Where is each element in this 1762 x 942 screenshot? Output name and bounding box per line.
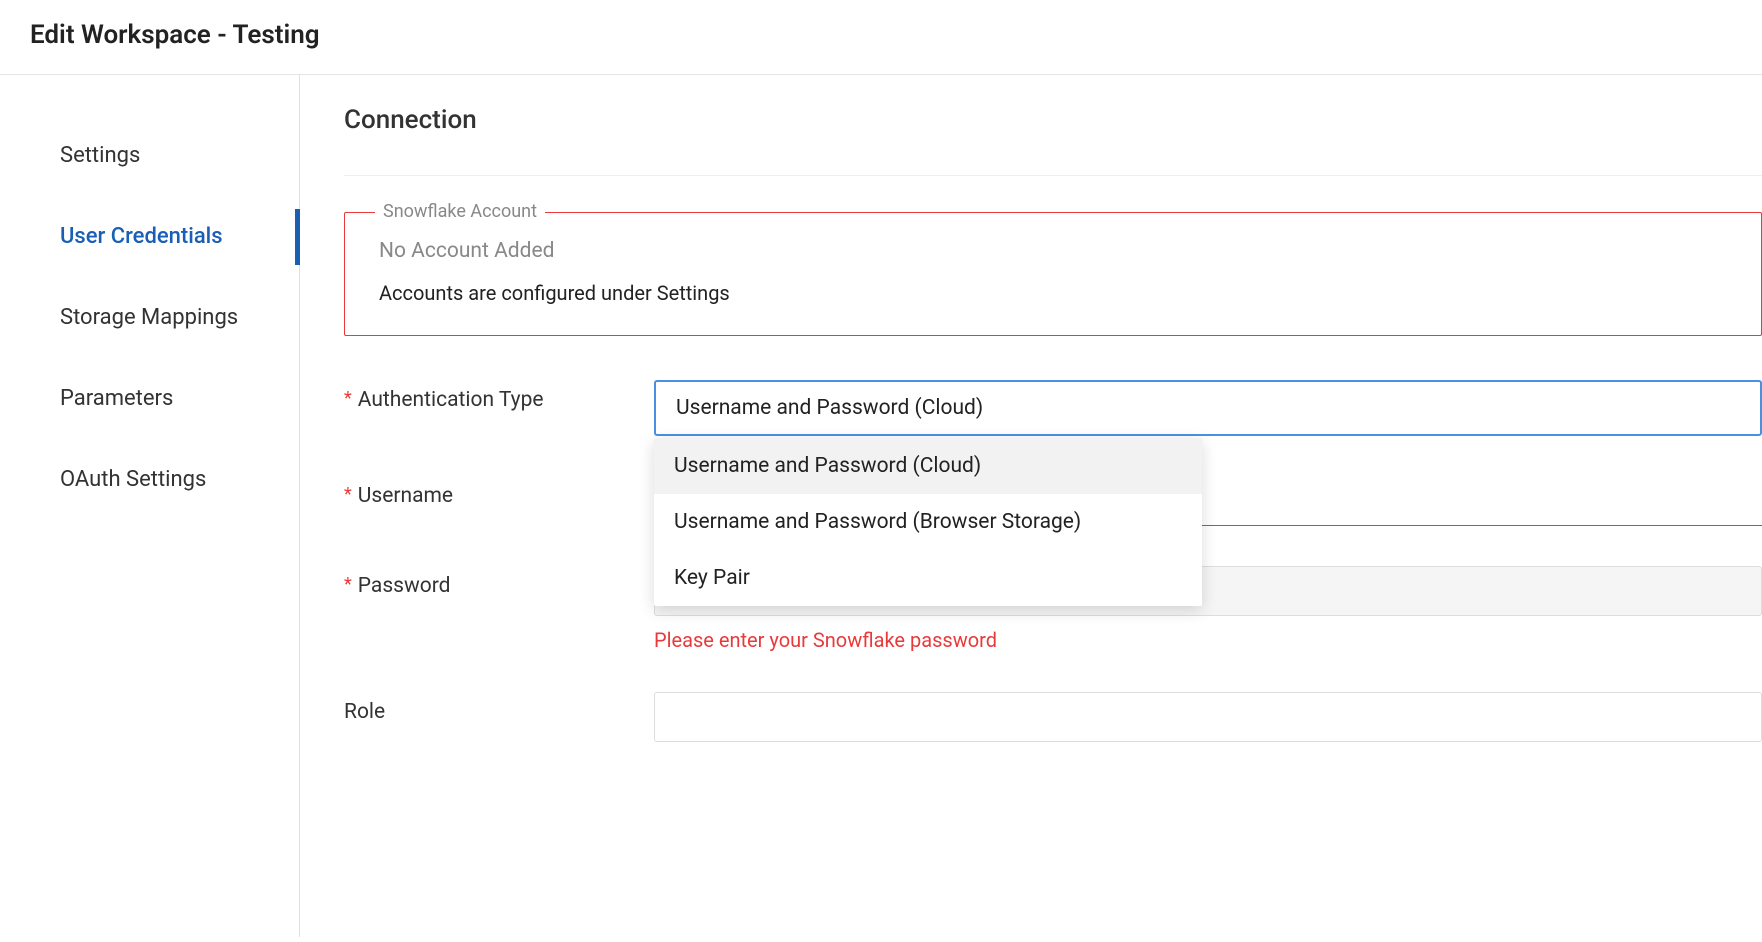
main-content: Connection Snowflake Account No Account …: [300, 75, 1762, 937]
username-label: Username: [358, 484, 453, 508]
section-title: Connection: [344, 105, 1762, 135]
page-header: Edit Workspace - Testing: [0, 0, 1762, 75]
required-star: *: [344, 574, 352, 595]
username-label-wrap: * Username: [344, 476, 654, 508]
content-wrapper: Settings User Credentials Storage Mappin…: [0, 75, 1762, 937]
role-row: Role: [344, 692, 1762, 742]
no-account-text: No Account Added: [379, 239, 1727, 263]
password-label: Password: [358, 574, 451, 598]
option-label: Username and Password (Cloud): [674, 454, 981, 478]
auth-type-option-key-pair[interactable]: Key Pair: [654, 550, 1202, 606]
required-star: *: [344, 388, 352, 409]
sidebar-item-label: Storage Mappings: [60, 305, 238, 330]
sidebar: Settings User Credentials Storage Mappin…: [0, 75, 300, 937]
sidebar-item-label: User Credentials: [60, 224, 223, 249]
password-label-wrap: * Password: [344, 566, 654, 598]
auth-type-label: Authentication Type: [358, 388, 544, 412]
sidebar-item-user-credentials[interactable]: User Credentials: [60, 196, 299, 277]
sidebar-item-label: OAuth Settings: [60, 467, 206, 492]
sidebar-item-parameters[interactable]: Parameters: [60, 358, 299, 439]
option-label: Key Pair: [674, 566, 750, 590]
role-label-wrap: Role: [344, 692, 654, 724]
sidebar-item-label: Parameters: [60, 386, 173, 411]
auth-type-option-browser-storage[interactable]: Username and Password (Browser Storage): [654, 494, 1202, 550]
password-error: Please enter your Snowflake password: [654, 628, 1762, 652]
sidebar-item-storage-mappings[interactable]: Storage Mappings: [60, 277, 299, 358]
role-input[interactable]: [654, 692, 1762, 742]
sidebar-item-label: Settings: [60, 143, 140, 168]
sidebar-item-oauth-settings[interactable]: OAuth Settings: [60, 439, 299, 520]
page-title: Edit Workspace - Testing: [30, 20, 1732, 50]
auth-type-dropdown: Username and Password (Cloud) Username a…: [654, 438, 1202, 606]
snowflake-account-legend: Snowflake Account: [375, 201, 545, 222]
option-label: Username and Password (Browser Storage): [674, 510, 1081, 534]
role-control: [654, 692, 1762, 742]
auth-type-label-wrap: * Authentication Type: [344, 380, 654, 412]
role-label: Role: [344, 700, 385, 724]
account-hint-text: Accounts are configured under Settings: [379, 281, 1727, 305]
auth-type-select[interactable]: Username and Password (Cloud): [654, 380, 1762, 436]
auth-type-value: Username and Password (Cloud): [676, 396, 983, 420]
auth-type-option-cloud[interactable]: Username and Password (Cloud): [654, 438, 1202, 494]
auth-type-control: Username and Password (Cloud) Username a…: [654, 380, 1762, 436]
sidebar-item-settings[interactable]: Settings: [60, 115, 299, 196]
snowflake-account-box: Snowflake Account No Account Added Accou…: [344, 212, 1762, 336]
required-star: *: [344, 484, 352, 505]
auth-type-row: * Authentication Type Username and Passwo…: [344, 380, 1762, 436]
section-divider: [344, 175, 1762, 176]
